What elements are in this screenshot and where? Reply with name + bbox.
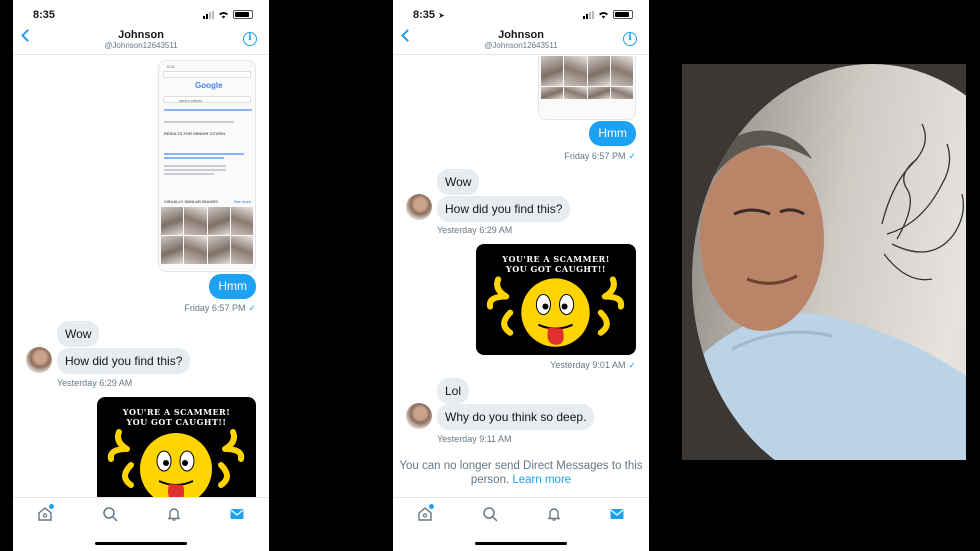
message-hmm: Hmm (209, 274, 256, 299)
avatar[interactable] (406, 403, 432, 429)
battery-icon (233, 10, 253, 19)
emoji-face-icon (107, 429, 245, 505)
bell-icon[interactable] (166, 506, 182, 522)
phone-screenshot-left: 8:35 Johnson @Johnson12643511 i 5:31 Goo… (13, 0, 269, 551)
signal-icon (203, 10, 214, 19)
phone-screenshot-right: 8:35 ➤ Johnson @Johnson12643511 i Hmm Fr… (393, 0, 649, 551)
message-lol: Lol (437, 378, 470, 404)
check-icon: ✓ (248, 303, 256, 313)
search-icon[interactable] (482, 506, 498, 522)
screenshot-line (164, 169, 226, 171)
status-icons (583, 10, 633, 19)
screenshot-line (164, 153, 244, 155)
emoji-face-icon (486, 276, 625, 347)
tab-bar (13, 497, 269, 551)
signal-icon (583, 10, 594, 19)
wifi-icon (219, 11, 228, 19)
screenshot-url-bar (163, 71, 251, 78)
message-time: Yesterday 9:01 AM ✓ (550, 360, 636, 371)
status-time-text: 8:35 (413, 9, 436, 21)
screenshot-search-box (163, 96, 251, 103)
screenshot-line (164, 165, 226, 167)
message-time: Friday 6:57 PM ✓ (184, 303, 256, 314)
message-time: Yesterday 6:29 AM (57, 378, 133, 388)
info-icon[interactable]: i (623, 32, 637, 46)
screenshot-line (164, 157, 224, 159)
profile-photo (682, 64, 966, 460)
message-wow: Wow (437, 169, 480, 195)
google-logo: Google (195, 81, 223, 90)
home-notification-dot (429, 504, 434, 509)
google-search-screenshot[interactable]: 5:31 Google senior citizen RESULTS FOR S… (158, 60, 256, 272)
home-notification-dot (49, 504, 54, 509)
screenshot-line (164, 173, 214, 175)
timestamp: Friday 6:57 PM (184, 303, 246, 313)
message-time: Friday 6:57 PM ✓ (564, 151, 636, 162)
status-icons (203, 10, 253, 19)
check-icon: ✓ (628, 151, 636, 161)
scammer-meme-image[interactable]: YOU'RE A SCAMMER! YOU GOT CAUGHT!! (97, 397, 256, 507)
portrait-illustration (692, 123, 966, 460)
screenshot-see-more: See more (233, 199, 251, 204)
bell-icon[interactable] (546, 506, 562, 522)
check-icon: ✓ (628, 360, 636, 370)
screenshot-similar-header: VISUALLY SIMILAR IMAGES (164, 199, 218, 204)
profile-photo-oval (692, 64, 966, 460)
learn-more-link[interactable]: Learn more (512, 474, 571, 486)
status-time: 8:35 (33, 9, 56, 21)
avatar[interactable] (406, 194, 432, 220)
status-time: 8:35 ➤ (413, 9, 445, 21)
contact-handle: @Johnson12643511 (104, 41, 178, 50)
conversation-header: Johnson @Johnson12643511 i (13, 28, 269, 55)
timestamp: Yesterday 9:01 AM (550, 360, 626, 370)
location-icon: ➤ (438, 11, 445, 20)
mail-icon[interactable] (229, 506, 245, 522)
mail-icon[interactable] (609, 506, 625, 522)
screenshot-thumbnails (541, 56, 633, 99)
dm-disabled-notice: You can no longer send Direct Messages t… (393, 459, 649, 487)
screenshot-time: 5:31 (167, 64, 175, 69)
timestamp: Friday 6:57 PM (564, 151, 626, 161)
google-search-screenshot[interactable] (538, 56, 636, 120)
message-how: How did you find this? (437, 196, 571, 222)
status-bar: 8:35 ➤ (393, 0, 649, 28)
tab-bar (393, 497, 649, 551)
avatar[interactable] (26, 347, 52, 373)
home-indicator (95, 542, 187, 545)
message-why: Why do you think so deep. (437, 404, 595, 430)
conversation-header: Johnson @Johnson12643511 i (393, 28, 649, 55)
screenshot-tabs (164, 109, 252, 111)
message-time: Yesterday 6:29 AM (437, 225, 513, 235)
info-icon[interactable]: i (243, 32, 257, 46)
message-how: How did you find this? (57, 348, 191, 374)
home-indicator (475, 542, 567, 545)
battery-icon (613, 10, 633, 19)
message-hmm: Hmm (589, 121, 636, 146)
message-wow: Wow (57, 321, 100, 347)
wifi-icon (599, 11, 608, 19)
message-time: Yesterday 9:11 AM (437, 434, 512, 444)
contact-name: Johnson (498, 29, 544, 41)
screenshot-query: senior citizen (179, 98, 203, 103)
screenshot-thumbnails (161, 207, 253, 264)
screenshot-results-header: RESULTS FOR SENIOR CITIZEN (164, 131, 226, 136)
contact-handle: @Johnson12643511 (484, 41, 558, 50)
scammer-meme-image[interactable]: YOU'RE A SCAMMER! YOU GOT CAUGHT!! (476, 244, 636, 355)
contact-name: Johnson (118, 29, 164, 41)
screenshot-line (164, 121, 234, 123)
search-icon[interactable] (102, 506, 118, 522)
status-bar: 8:35 (13, 0, 269, 28)
